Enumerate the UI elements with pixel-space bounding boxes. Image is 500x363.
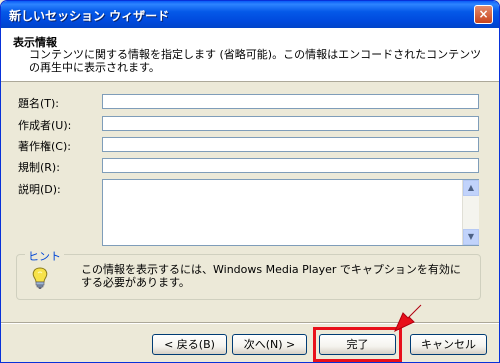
close-icon: × [478,7,489,21]
wizard-header: 表示情報 コンテンツに関する情報を指定します (省略可能)。この情報はエンコード… [1,28,499,82]
red-arrow-icon [393,304,422,333]
header-description: コンテンツに関する情報を指定します (省略可能)。この情報はエンコードされたコン… [29,48,482,74]
finish-highlight-box [313,327,402,362]
description-field-label: 説明(D): [18,183,61,196]
author-field-label: 作成者(U): [18,119,72,132]
description-field[interactable] [102,179,479,246]
description-scrollbar[interactable]: ▲ ▼ [462,180,479,245]
copyright-field[interactable] [102,137,479,152]
title-field-label: 題名(T): [18,97,60,110]
window-title: 新しいセッション ウィザード [9,9,170,23]
scroll-up-icon[interactable]: ▲ [463,180,479,196]
copyright-field-label: 著作権(C): [18,140,71,153]
rating-field-label: 規制(R): [18,161,60,174]
author-field[interactable] [102,116,479,131]
wizard-window: 新しいセッション ウィザード × 表示情報 コンテンツに関する情報を指定します … [0,0,500,363]
hint-label: ヒント [25,248,64,264]
title-bar[interactable]: 新しいセッション ウィザード × [1,1,499,28]
rating-field[interactable] [102,158,479,173]
next-button[interactable]: 次へ(N) > [232,334,307,355]
close-button[interactable]: × [474,5,493,24]
back-button[interactable]: < 戻る(B) [152,334,227,355]
cancel-button[interactable]: キャンセル [410,334,487,355]
lightbulb-icon [32,267,48,289]
hint-text: この情報を表示するには、Windows Media Player でキャプション… [81,263,461,289]
scroll-down-icon[interactable]: ▼ [463,229,479,245]
title-field[interactable] [102,94,479,109]
